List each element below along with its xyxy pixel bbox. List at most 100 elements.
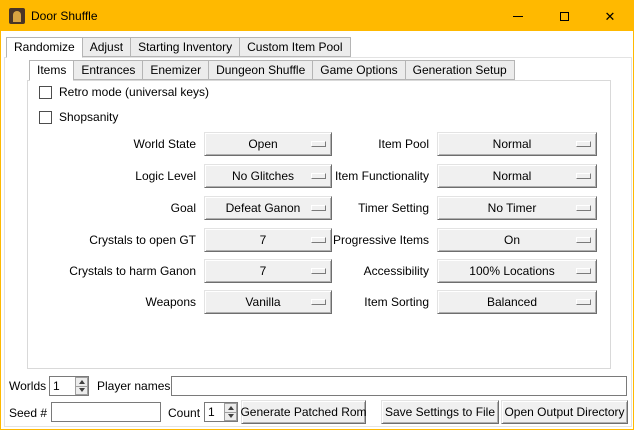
- dropdown-value: 7: [260, 264, 267, 278]
- timer-setting-dropdown[interactable]: No Timer: [437, 196, 597, 220]
- item-functionality-row: Item Functionality Normal: [331, 164, 597, 188]
- title-bar[interactable]: Door Shuffle ✕: [1, 1, 633, 31]
- retro-mode-label: Retro mode (universal keys): [59, 85, 209, 99]
- tab-adjust[interactable]: Adjust: [82, 37, 131, 57]
- dropdown-indicator-icon: [576, 173, 591, 179]
- dropdown-value: Defeat Ganon: [226, 201, 301, 215]
- tab-starting-inventory[interactable]: Starting Inventory: [130, 37, 240, 57]
- dropdown-value: Normal: [493, 137, 532, 151]
- weapons-dropdown[interactable]: Vanilla: [204, 290, 332, 314]
- close-button[interactable]: ✕: [587, 1, 633, 31]
- timer-setting-label: Timer Setting: [331, 201, 429, 215]
- item-functionality-dropdown[interactable]: Normal: [437, 164, 597, 188]
- app-icon: [9, 8, 25, 24]
- dropdown-indicator-icon: [576, 299, 591, 305]
- crystals-harm-ganon-label: Crystals to harm Ganon: [29, 264, 196, 278]
- open-output-directory-button[interactable]: Open Output Directory: [501, 400, 628, 424]
- goal-row: Goal Defeat Ganon: [29, 196, 332, 220]
- worlds-increment-button[interactable]: [75, 377, 88, 387]
- dropdown-value: Normal: [493, 169, 532, 183]
- item-pool-row: Item Pool Normal: [331, 132, 597, 156]
- dropdown-indicator-icon: [311, 141, 326, 147]
- dropdown-indicator-icon: [311, 205, 326, 211]
- world-state-row: World State Open: [29, 132, 332, 156]
- crystals-open-gt-row: Crystals to open GT 7: [29, 228, 332, 252]
- dropdown-value: No Glitches: [232, 169, 294, 183]
- down-arrow-icon: [228, 414, 234, 418]
- worlds-spinbox[interactable]: [49, 376, 89, 396]
- shopsanity-checkbox[interactable]: [39, 111, 52, 124]
- count-label: Count: [168, 406, 200, 420]
- count-input[interactable]: [205, 403, 224, 421]
- window-controls: ✕: [495, 1, 633, 31]
- item-sorting-label: Item Sorting: [331, 295, 429, 309]
- shopsanity-row: Shopsanity: [39, 110, 118, 124]
- weapons-label: Weapons: [29, 295, 196, 309]
- count-decrement-button[interactable]: [224, 413, 237, 422]
- logic-level-label: Logic Level: [29, 169, 196, 183]
- count-spinbox[interactable]: [204, 402, 238, 422]
- item-sorting-dropdown[interactable]: Balanced: [437, 290, 597, 314]
- tab-items[interactable]: Items: [29, 60, 74, 81]
- weapons-row: Weapons Vanilla: [29, 290, 332, 314]
- goal-dropdown[interactable]: Defeat Ganon: [204, 196, 332, 220]
- dropdown-indicator-icon: [576, 268, 591, 274]
- item-pool-dropdown[interactable]: Normal: [437, 132, 597, 156]
- dropdown-value: 7: [260, 233, 267, 247]
- progressive-items-row: Progressive Items On: [331, 228, 597, 252]
- player-names-label: Player names: [97, 379, 170, 393]
- count-spin-arrows: [224, 403, 237, 421]
- timer-setting-row: Timer Setting No Timer: [331, 196, 597, 220]
- worlds-label: Worlds: [9, 379, 46, 393]
- accessibility-dropdown[interactable]: 100% Locations: [437, 259, 597, 283]
- progressive-items-dropdown[interactable]: On: [437, 228, 597, 252]
- up-arrow-icon: [228, 406, 234, 410]
- progressive-items-label: Progressive Items: [331, 233, 429, 247]
- shopsanity-label: Shopsanity: [59, 110, 118, 124]
- tab-dungeon-shuffle[interactable]: Dungeon Shuffle: [208, 60, 313, 80]
- logic-level-dropdown[interactable]: No Glitches: [204, 164, 332, 188]
- up-arrow-icon: [79, 380, 85, 384]
- dropdown-indicator-icon: [576, 141, 591, 147]
- dropdown-value: Open: [248, 137, 277, 151]
- generate-patched-rom-button[interactable]: Generate Patched Rom: [241, 400, 366, 424]
- worlds-spin-arrows: [75, 377, 88, 395]
- count-increment-button[interactable]: [224, 403, 237, 413]
- logic-level-row: Logic Level No Glitches: [29, 164, 332, 188]
- tab-game-options[interactable]: Game Options: [312, 60, 405, 80]
- tab-custom-item-pool[interactable]: Custom Item Pool: [239, 37, 350, 57]
- crystals-harm-ganon-dropdown[interactable]: 7: [204, 259, 332, 283]
- worlds-input[interactable]: [50, 377, 75, 395]
- accessibility-row: Accessibility 100% Locations: [331, 259, 597, 283]
- retro-mode-row: Retro mode (universal keys): [39, 85, 209, 99]
- player-names-input[interactable]: [171, 376, 627, 396]
- seed-label: Seed #: [9, 406, 47, 420]
- dropdown-value: No Timer: [488, 201, 537, 215]
- crystals-harm-ganon-row: Crystals to harm Ganon 7: [29, 259, 332, 283]
- maximize-button[interactable]: [541, 1, 587, 31]
- save-settings-button[interactable]: Save Settings to File: [381, 400, 499, 424]
- goal-label: Goal: [29, 201, 196, 215]
- world-state-dropdown[interactable]: Open: [204, 132, 332, 156]
- dropdown-indicator-icon: [311, 268, 326, 274]
- worlds-row: Worlds Player names: [1, 375, 633, 397]
- tab-entrances[interactable]: Entrances: [73, 60, 143, 80]
- tab-enemizer[interactable]: Enemizer: [142, 60, 209, 80]
- maximize-icon: [560, 12, 569, 21]
- minimize-button[interactable]: [495, 1, 541, 31]
- dropdown-value: On: [504, 233, 520, 247]
- down-arrow-icon: [79, 388, 85, 392]
- dropdown-value: Balanced: [487, 295, 537, 309]
- tab-randomize[interactable]: Randomize: [6, 37, 83, 58]
- retro-mode-checkbox[interactable]: [39, 86, 52, 99]
- seed-input[interactable]: [51, 402, 161, 422]
- dropdown-indicator-icon: [311, 173, 326, 179]
- worlds-decrement-button[interactable]: [75, 387, 88, 396]
- crystals-open-gt-label: Crystals to open GT: [29, 233, 196, 247]
- dropdown-value: Vanilla: [245, 295, 280, 309]
- close-icon: ✕: [605, 10, 616, 23]
- dropdown-indicator-icon: [311, 237, 326, 243]
- crystals-open-gt-dropdown[interactable]: 7: [204, 228, 332, 252]
- tab-generation-setup[interactable]: Generation Setup: [405, 60, 515, 80]
- primary-tab-bar: Randomize Adjust Starting Inventory Cust…: [6, 37, 351, 58]
